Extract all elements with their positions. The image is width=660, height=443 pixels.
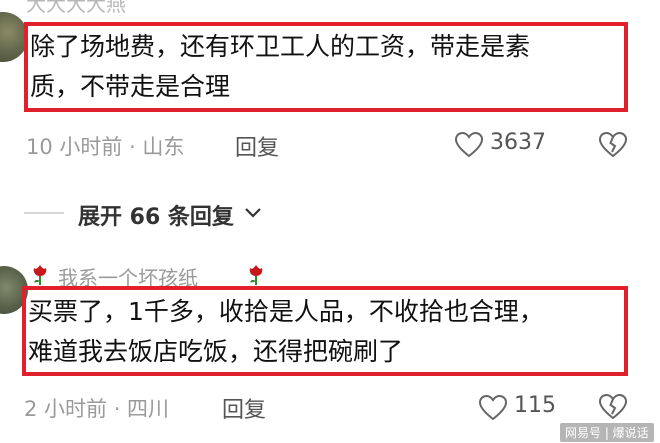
broken-heart-icon[interactable] [598,131,628,159]
expand-replies-label: 展开 66 条回复 [78,205,234,230]
watermark: 网易号 | 爆说话 [560,423,654,442]
rose-icon [249,265,263,285]
expand-replies-button[interactable]: 展开 66 条回复 [78,197,278,230]
like-button[interactable]: 3637 [454,129,564,161]
chevron-down-icon [245,208,261,218]
rose-icon [33,265,47,285]
comment-text-line: 质，不带走是合理 [30,72,231,101]
expand-divider [24,212,64,214]
comment-meta: 2 小时前 · 四川 [24,397,170,421]
like-count: 115 [514,393,556,418]
comment-text-line: 买票了，1千多，收拾是人品，不收拾也合理， [28,297,544,326]
reply-button[interactable]: 回复 [235,130,279,162]
comment-username[interactable]: 大大大大燕 [26,0,126,17]
heart-icon [478,394,508,421]
like-count: 3637 [490,130,546,155]
comment-text-line: 难道我去饭店吃饭，还得把碗刷了 [28,337,404,366]
like-button[interactable]: 115 [478,392,568,424]
heart-icon [454,131,484,158]
reply-button[interactable]: 回复 [222,392,266,424]
comment-text-line: 除了场地费，还有环卫工人的工资，带走是素 [30,32,531,61]
comment-meta: 10 小时前 · 山东 [26,135,185,159]
broken-heart-icon[interactable] [598,393,628,421]
